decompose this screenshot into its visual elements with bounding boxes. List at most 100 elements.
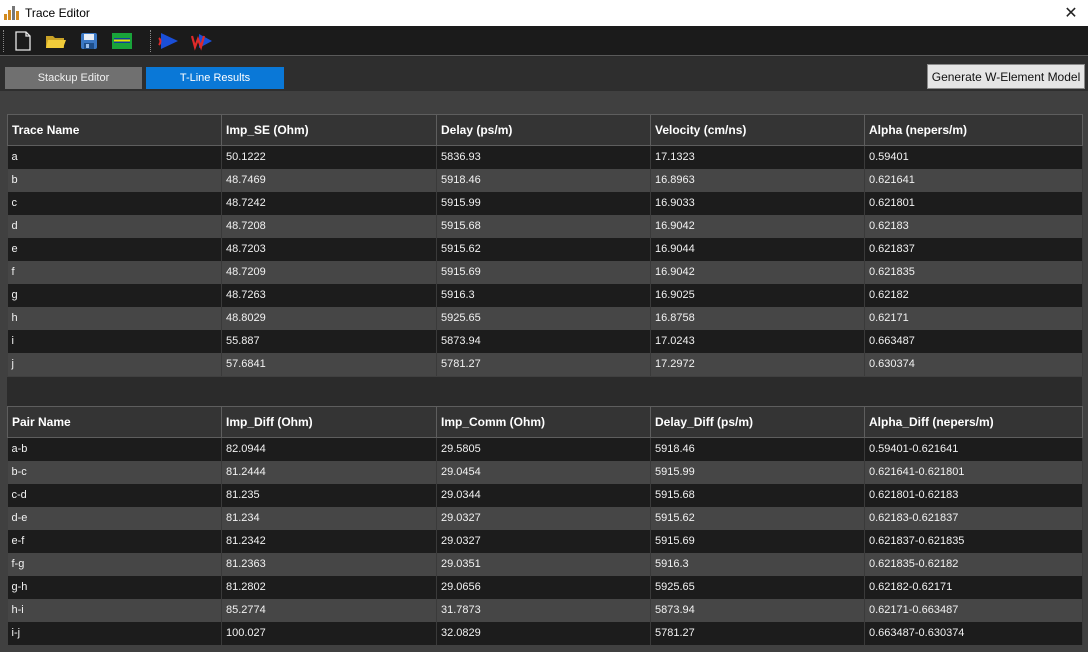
table-cell[interactable]: 5918.46 bbox=[650, 437, 865, 461]
layer-icon[interactable] bbox=[111, 30, 133, 52]
column-header[interactable]: Pair Name bbox=[7, 406, 222, 438]
new-file-icon[interactable] bbox=[12, 30, 34, 52]
table-cell[interactable]: 29.0327 bbox=[436, 506, 651, 530]
table-cell[interactable]: 5915.99 bbox=[436, 191, 651, 215]
table-cell[interactable]: 16.8758 bbox=[650, 306, 865, 330]
table-cell[interactable]: 57.6841 bbox=[221, 352, 437, 376]
table-cell[interactable]: 16.9044 bbox=[650, 237, 865, 261]
table-cell[interactable]: 48.7242 bbox=[221, 191, 437, 215]
table-cell[interactable]: 81.234 bbox=[221, 506, 437, 530]
table-cell[interactable]: 81.2444 bbox=[221, 460, 437, 484]
table-cell[interactable]: g-h bbox=[7, 575, 222, 599]
table-row[interactable]: b-c 81.2444 29.0454 5915.99 0.621641-0.62180… bbox=[7, 460, 1083, 484]
table-cell[interactable]: e-f bbox=[7, 529, 222, 553]
table-cell[interactable]: 0.630374 bbox=[864, 352, 1083, 376]
table-cell[interactable]: j bbox=[7, 352, 222, 376]
table-cell[interactable]: 5925.65 bbox=[650, 575, 865, 599]
table-cell[interactable]: 0.59401 bbox=[864, 145, 1083, 169]
table-cell[interactable]: 0.621641 bbox=[864, 168, 1083, 192]
table-row[interactable]: e 48.7203 5915.62 16.9044 0.621837 bbox=[7, 237, 1083, 261]
table-cell[interactable]: 0.62182 bbox=[864, 283, 1083, 307]
table-cell[interactable]: 0.663487 bbox=[864, 329, 1083, 353]
table-cell[interactable]: c-d bbox=[7, 483, 222, 507]
table-cell[interactable]: b-c bbox=[7, 460, 222, 484]
table-cell[interactable]: 82.0944 bbox=[221, 437, 437, 461]
open-folder-icon[interactable] bbox=[45, 30, 67, 52]
w-element-icon[interactable] bbox=[191, 30, 213, 52]
table-cell[interactable]: 29.0351 bbox=[436, 552, 651, 576]
table-cell[interactable]: h-i bbox=[7, 598, 222, 622]
toolbar-grip[interactable] bbox=[3, 29, 6, 52]
table-cell[interactable]: 48.7209 bbox=[221, 260, 437, 284]
table-cell[interactable]: 48.8029 bbox=[221, 306, 437, 330]
trace-run-icon[interactable] bbox=[158, 30, 180, 52]
table-cell[interactable]: 0.621801 bbox=[864, 191, 1083, 215]
close-window-button[interactable]: ✕ bbox=[1054, 0, 1088, 26]
table-cell[interactable]: c bbox=[7, 191, 222, 215]
table-cell[interactable]: d bbox=[7, 214, 222, 238]
column-header[interactable]: Imp_Comm (Ohm) bbox=[436, 406, 651, 438]
table-row[interactable]: e-f 81.2342 29.0327 5915.69 0.621837-0.62183… bbox=[7, 529, 1083, 553]
table-row[interactable]: i-j 100.027 32.0829 5781.27 0.663487-0.63037… bbox=[7, 621, 1083, 645]
table-cell[interactable]: 17.0243 bbox=[650, 329, 865, 353]
table-cell[interactable]: 5916.3 bbox=[650, 552, 865, 576]
table-cell[interactable]: 48.7208 bbox=[221, 214, 437, 238]
table-row[interactable]: f-g 81.2363 29.0351 5916.3 0.621835-0.62182 bbox=[7, 552, 1083, 576]
table-cell[interactable]: 5915.68 bbox=[650, 483, 865, 507]
column-header[interactable]: Delay (ps/m) bbox=[436, 114, 651, 146]
table-cell[interactable]: 0.62183-0.621837 bbox=[864, 506, 1083, 530]
table-cell[interactable]: 100.027 bbox=[221, 621, 437, 645]
table-cell[interactable]: 29.0327 bbox=[436, 529, 651, 553]
table-row[interactable]: a-b 82.0944 29.5805 5918.46 0.59401-0.621641 bbox=[7, 437, 1083, 461]
table-cell[interactable]: e bbox=[7, 237, 222, 261]
table-cell[interactable]: f-g bbox=[7, 552, 222, 576]
table-cell[interactable]: a bbox=[7, 145, 222, 169]
table-row[interactable]: f 48.7209 5915.69 16.9042 0.621835 bbox=[7, 260, 1083, 284]
table-cell[interactable]: 32.0829 bbox=[436, 621, 651, 645]
table-cell[interactable]: 5781.27 bbox=[650, 621, 865, 645]
table-cell[interactable]: 0.62183 bbox=[864, 214, 1083, 238]
column-header[interactable]: Velocity (cm/ns) bbox=[650, 114, 865, 146]
column-header[interactable]: Alpha (nepers/m) bbox=[864, 114, 1083, 146]
table-cell[interactable]: 0.621837-0.621835 bbox=[864, 529, 1083, 553]
table-cell[interactable]: i bbox=[7, 329, 222, 353]
table-cell[interactable]: 5918.46 bbox=[436, 168, 651, 192]
table-cell[interactable]: 48.7263 bbox=[221, 283, 437, 307]
table-cell[interactable]: i-j bbox=[7, 621, 222, 645]
table-row[interactable]: d-e 81.234 29.0327 5915.62 0.62183-0.621837 bbox=[7, 506, 1083, 530]
table-cell[interactable]: 0.621837 bbox=[864, 237, 1083, 261]
table-row[interactable]: j 57.6841 5781.27 17.2972 0.630374 bbox=[7, 352, 1083, 376]
table-cell[interactable]: 16.9042 bbox=[650, 214, 865, 238]
table-cell[interactable]: 85.2774 bbox=[221, 598, 437, 622]
table-row[interactable]: g 48.7263 5916.3 16.9025 0.62182 bbox=[7, 283, 1083, 307]
column-header[interactable]: Imp_SE (Ohm) bbox=[221, 114, 437, 146]
table-cell[interactable]: 0.59401-0.621641 bbox=[864, 437, 1083, 461]
table-cell[interactable]: 29.0656 bbox=[436, 575, 651, 599]
table-cell[interactable]: d-e bbox=[7, 506, 222, 530]
table-cell[interactable]: 17.2972 bbox=[650, 352, 865, 376]
table-cell[interactable]: 0.621835 bbox=[864, 260, 1083, 284]
table-cell[interactable]: 5781.27 bbox=[436, 352, 651, 376]
table-cell[interactable]: 29.5805 bbox=[436, 437, 651, 461]
table-row[interactable]: h 48.8029 5925.65 16.8758 0.62171 bbox=[7, 306, 1083, 330]
table-cell[interactable]: 5916.3 bbox=[436, 283, 651, 307]
table-cell[interactable]: 0.621641-0.621801 bbox=[864, 460, 1083, 484]
table-cell[interactable]: h bbox=[7, 306, 222, 330]
save-icon[interactable] bbox=[78, 30, 100, 52]
table-row[interactable]: d 48.7208 5915.68 16.9042 0.62183 bbox=[7, 214, 1083, 238]
table-cell[interactable]: 81.235 bbox=[221, 483, 437, 507]
pair-results-table[interactable]: Pair Name Imp_Diff (Ohm) Imp_Comm (Ohm) … bbox=[7, 406, 1083, 645]
table-row[interactable]: h-i 85.2774 31.7873 5873.94 0.62171-0.663487 bbox=[7, 598, 1083, 622]
table-cell[interactable]: a-b bbox=[7, 437, 222, 461]
table-cell[interactable]: 16.9025 bbox=[650, 283, 865, 307]
generate-w-element-model-button[interactable]: Generate W-Element Model bbox=[927, 64, 1085, 89]
tab-stackup-editor[interactable]: Stackup Editor bbox=[5, 67, 142, 89]
table-cell[interactable]: 48.7203 bbox=[221, 237, 437, 261]
table-cell[interactable]: 16.9033 bbox=[650, 191, 865, 215]
table-cell[interactable]: 5915.69 bbox=[436, 260, 651, 284]
column-header[interactable]: Imp_Diff (Ohm) bbox=[221, 406, 437, 438]
table-cell[interactable]: 5873.94 bbox=[650, 598, 865, 622]
table-cell[interactable]: 16.8963 bbox=[650, 168, 865, 192]
table-cell[interactable]: 5915.68 bbox=[436, 214, 651, 238]
table-cell[interactable]: 81.2802 bbox=[221, 575, 437, 599]
